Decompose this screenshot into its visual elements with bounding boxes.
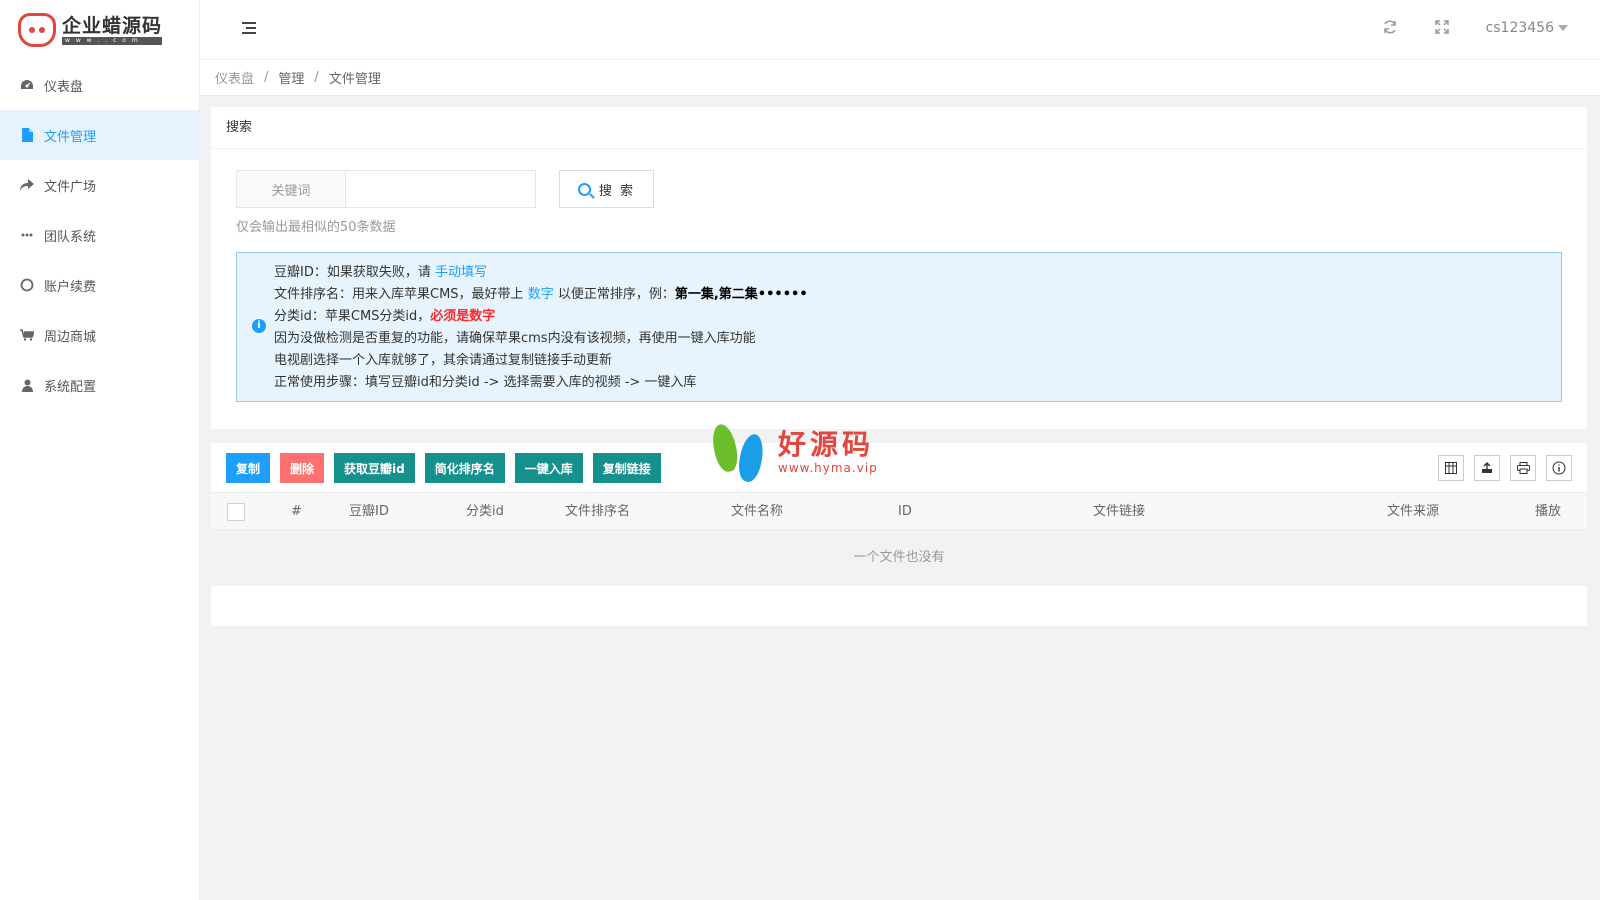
column-header-id[interactable]: ID <box>898 493 912 531</box>
info-circle-icon[interactable] <box>1546 455 1572 481</box>
search-button-label: 搜 索 <box>598 183 636 199</box>
sidebar-item-shop[interactable]: 周边商城 <box>0 310 199 360</box>
print-icon[interactable] <box>1510 455 1536 481</box>
breadcrumb-separator: / <box>314 70 319 85</box>
search-button[interactable]: 搜 索 <box>559 170 654 208</box>
info-line: 豆瓣ID：如果获取失败，请 手动填写 <box>274 262 1561 284</box>
info-text: 分类id：苹果CMS分类id， <box>274 309 431 324</box>
watermark-text: 好源码 www.hyma.vip <box>778 428 878 476</box>
sidebar-item-label: 仪表盘 <box>44 79 84 95</box>
column-header-file-link[interactable]: 文件链接 <box>1093 493 1145 531</box>
keyword-field-group: 关键词 <box>236 170 536 208</box>
get-douban-id-button[interactable]: 获取豆瓣id <box>334 453 415 483</box>
breadcrumb-item[interactable]: 仪表盘 <box>215 68 254 87</box>
column-header-sort-name[interactable]: 文件排序名 <box>565 493 630 531</box>
copy-link-button[interactable]: 复制链接 <box>592 453 661 483</box>
search-hint: 仅会输出最相似的50条数据 <box>236 220 396 235</box>
sidebar-item-account-renewal[interactable]: 账户续费 <box>0 260 199 310</box>
share-icon <box>20 178 34 192</box>
column-header-category-id[interactable]: 分类id <box>466 493 504 531</box>
empty-table-message: 一个文件也没有 <box>211 530 1587 586</box>
dashboard-icon <box>20 78 34 92</box>
info-line: 分类id：苹果CMS分类id，必须是数字 <box>274 306 1561 328</box>
ellipsis-icon <box>20 228 34 242</box>
fullscreen-icon[interactable] <box>1433 20 1451 38</box>
columns-icon[interactable] <box>1438 455 1464 481</box>
file-icon <box>20 128 34 142</box>
watermark-url: www.hyma.vip <box>778 461 878 475</box>
cart-icon <box>20 328 34 342</box>
user-menu[interactable]: cs123456 <box>1486 20 1568 36</box>
table-toolbar: 复制 删除 获取豆瓣id 简化排序名 一键入库 复制链接 <box>226 453 671 483</box>
sidebar-item-system-config[interactable]: 系统配置 <box>0 360 199 410</box>
info-line: 正常使用步骤：填写豆瓣id和分类id -> 选择需要入库的视频 -> 一键入库 <box>274 375 697 390</box>
info-line: 因为没做检测是否重复的功能，请确保苹果cms内没有该视频，再使用一键入库功能 <box>274 331 756 346</box>
circle-icon <box>20 278 34 292</box>
logo-text: 企业蜡源码 w w w . . c o m <box>62 15 163 45</box>
info-line: 文件排序名：用来入库苹果CMS，最好带上 数字 以便正常排序，例：第一集,第二集… <box>274 284 1561 306</box>
copy-button[interactable]: 复制 <box>226 453 271 483</box>
sidebar-item-file-square[interactable]: 文件广场 <box>0 160 199 210</box>
search-card: 搜索 关键词 搜 索 仅会输出最相似的50条数据 i 豆瓣ID：如果获取失败，请… <box>211 107 1587 429</box>
select-all-checkbox[interactable] <box>227 503 245 521</box>
top-header: cs123456 <box>200 0 1600 60</box>
info-warning: 必须是数字 <box>430 309 496 324</box>
file-table-card: 复制 删除 获取豆瓣id 简化排序名 一键入库 复制链接 好源码 www.hym… <box>211 422 1587 626</box>
table-header: # 豆瓣ID 分类id 文件排序名 文件名称 ID 文件链接 文件来源 播放 <box>211 492 1587 530</box>
column-header-file-source[interactable]: 文件来源 <box>1387 493 1439 531</box>
username: cs123456 <box>1485 20 1554 36</box>
sidebar-item-label: 文件管理 <box>44 129 97 145</box>
column-header-douban-id[interactable]: 豆瓣ID <box>349 493 389 531</box>
info-highlight: 数字 <box>527 287 554 302</box>
keyword-input[interactable] <box>346 170 536 208</box>
user-icon <box>20 378 34 392</box>
sidebar: 企业蜡源码 w w w . . c o m 仪表盘 文件管理 文件广场 团队系统… <box>0 0 200 900</box>
info-line: 电视剧选择一个入库就够了，其余请通过复制链接手动更新 <box>274 353 613 368</box>
info-icon: i <box>252 319 266 333</box>
keyword-label: 关键词 <box>236 170 346 208</box>
export-icon[interactable] <box>1474 455 1500 481</box>
sidebar-item-label: 团队系统 <box>44 229 97 245</box>
logo[interactable]: 企业蜡源码 w w w . . c o m <box>0 0 199 60</box>
info-example: 第一集,第二集•••••• <box>674 287 808 302</box>
breadcrumb-item-current: 文件管理 <box>328 72 381 87</box>
logo-title: 企业蜡源码 <box>62 15 163 37</box>
watermark-title: 好源码 <box>778 428 875 461</box>
refresh-icon[interactable] <box>1381 20 1399 38</box>
search-icon <box>577 182 591 196</box>
caret-down-icon <box>1558 25 1568 31</box>
column-header-play[interactable]: 播放 <box>1535 493 1587 531</box>
table-tools <box>1428 455 1572 481</box>
sidebar-item-label: 文件广场 <box>44 179 97 195</box>
manual-fill-link[interactable]: 手动填写 <box>435 265 487 280</box>
info-text: 文件排序名：用来入库苹果CMS，最好带上 <box>274 287 528 302</box>
sidebar-item-team-system[interactable]: 团队系统 <box>0 210 199 260</box>
info-text: 以便正常排序，例： <box>553 287 675 302</box>
sidebar-item-dashboard[interactable]: 仪表盘 <box>0 60 199 110</box>
sidebar-item-file-management[interactable]: 文件管理 <box>0 110 199 160</box>
logo-cat-icon <box>18 13 56 47</box>
delete-button[interactable]: 删除 <box>280 453 325 483</box>
info-notice: i 豆瓣ID：如果获取失败，请 手动填写 文件排序名：用来入库苹果CMS，最好带… <box>236 252 1562 402</box>
sidebar-item-label: 周边商城 <box>44 329 97 345</box>
breadcrumb-separator: / <box>264 70 269 85</box>
one-click-import-button[interactable]: 一键入库 <box>514 453 583 483</box>
breadcrumb-item[interactable]: 管理 <box>278 68 304 87</box>
sidebar-item-label: 系统配置 <box>44 379 97 395</box>
column-header-file-name[interactable]: 文件名称 <box>731 493 783 531</box>
sidebar-item-label: 账户续费 <box>44 279 97 295</box>
column-header-index[interactable]: # <box>291 493 302 531</box>
sidebar-menu: 仪表盘 文件管理 文件广场 团队系统 账户续费 周边商城 系统配置 <box>0 60 199 410</box>
info-text: 豆瓣ID：如果获取失败，请 <box>274 265 435 280</box>
logo-subtitle: w w w . . c o m <box>62 37 163 45</box>
breadcrumb: 仪表盘 / 管理 / 文件管理 <box>200 60 1600 96</box>
simplify-sort-name-button[interactable]: 简化排序名 <box>424 453 505 483</box>
menu-toggle-icon[interactable] <box>242 22 256 34</box>
search-card-title: 搜索 <box>211 107 1587 149</box>
